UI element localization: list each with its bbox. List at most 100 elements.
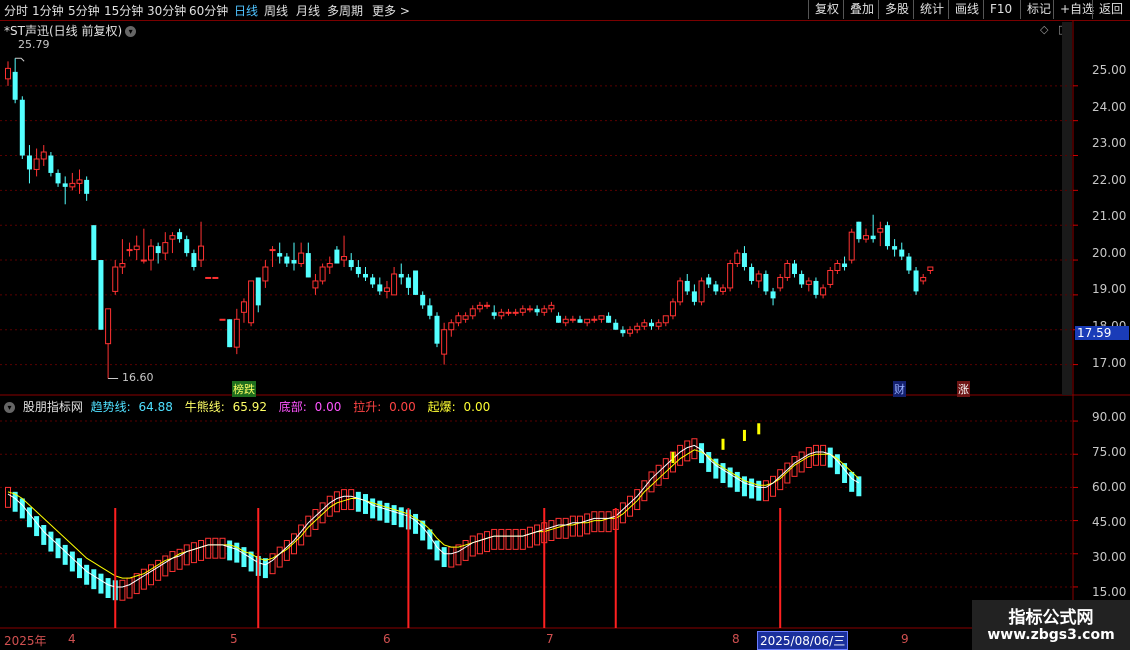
indicator-bar-up <box>205 537 212 559</box>
candle-body-up <box>40 151 47 160</box>
indicator-bar-down <box>91 569 97 590</box>
candle-body-down <box>792 263 797 274</box>
candle-body-up <box>526 308 533 311</box>
candle-body-down <box>706 277 712 285</box>
candle-body-down <box>713 284 719 292</box>
indicator-bar-up <box>484 531 491 553</box>
indicator-bar-up <box>219 537 226 559</box>
candle-body-down <box>398 273 404 278</box>
price-tick: 24.00 <box>1092 100 1127 114</box>
high-annotation: 25.79 <box>18 38 50 51</box>
candle-body-up <box>448 322 455 331</box>
indicator-bar-down <box>34 516 40 537</box>
indicator-bar-up <box>648 471 655 493</box>
candle-body-up <box>205 276 212 279</box>
indicator-bar-up <box>126 577 133 599</box>
candle-body-up <box>641 322 648 327</box>
candle-body-up <box>784 263 791 278</box>
bottom-label: 底部: 0.00 <box>279 400 346 414</box>
indicator-bar-down <box>370 498 376 519</box>
indicator-bar-up <box>605 511 612 533</box>
candle-body-up <box>734 252 741 265</box>
candle-body-up <box>677 280 684 303</box>
candle-body-down <box>892 246 898 250</box>
indicator-bar-up <box>555 517 562 539</box>
indicator-bar-up <box>820 444 827 466</box>
indicator-bar-up <box>691 438 698 460</box>
candle-body-down <box>434 315 440 344</box>
trend-value: 64.88 <box>138 400 173 414</box>
indicator-bar-down <box>749 478 755 499</box>
indicator-bar-down <box>420 520 426 541</box>
candle-body-up <box>133 245 140 251</box>
candle-body-up <box>848 231 855 261</box>
indicator-bar-up <box>512 528 519 550</box>
candle-body-up <box>148 245 154 261</box>
current-price-tag: 17.59 <box>1075 326 1129 340</box>
candle-body-up <box>548 304 555 310</box>
candle-body-up <box>162 242 169 254</box>
pull-value: 0.00 <box>389 400 416 414</box>
list-drop-event[interactable]: 榜跌 <box>232 381 256 397</box>
indicator-bar-up <box>677 444 684 466</box>
indicator-bar-up <box>762 480 769 502</box>
price-tick: 17.00 <box>1092 356 1127 370</box>
candle-body-up <box>562 318 569 324</box>
candle-body-up <box>498 311 505 317</box>
selected-date-label: 2025/08/06/三 <box>757 631 849 650</box>
price-tick: 21.00 <box>1092 209 1127 223</box>
candle-body-down <box>691 291 697 302</box>
candle-body-up <box>662 315 669 324</box>
financial-event[interactable]: 财 <box>893 381 906 397</box>
up-event[interactable]: 涨 <box>957 381 970 397</box>
chevron-down-icon[interactable]: ▾ <box>4 402 15 413</box>
candle-body-up <box>512 311 519 314</box>
burst-label-text: 起爆: <box>427 400 456 414</box>
candle-body-down <box>577 319 583 323</box>
candle-body-up <box>484 304 491 307</box>
x-label-month: 8 <box>732 632 740 646</box>
candle-body-down <box>227 319 233 348</box>
x-label-month: 7 <box>546 632 554 646</box>
candle-body-down <box>606 315 612 323</box>
indicator-bar-up <box>448 546 455 568</box>
candle-body-up <box>827 269 834 285</box>
candle-body-up <box>834 263 841 271</box>
candle-body-down <box>155 246 161 254</box>
candle-body-up <box>140 259 147 262</box>
candle-body-up <box>298 252 305 265</box>
indicator-bar-up <box>183 544 190 566</box>
indicator-bar-down <box>41 525 47 545</box>
price-chart[interactable] <box>0 0 1130 650</box>
candle-body-down <box>420 294 426 306</box>
candle-body-down <box>870 235 876 240</box>
bull-value: 65.92 <box>232 400 267 414</box>
candle-body-down <box>98 260 104 330</box>
candle-body-up <box>33 158 40 170</box>
candle-body-down <box>305 253 311 278</box>
x-label-month: 4 <box>68 632 76 646</box>
indicator-bar-up <box>584 513 591 535</box>
low-annotation: 16.60 <box>122 371 154 384</box>
x-label-month: 6 <box>383 632 391 646</box>
candle-body-up <box>319 266 326 282</box>
candle-body-up <box>341 256 348 261</box>
indicator-bar-down <box>849 471 855 492</box>
indicator-bar-down <box>69 551 75 572</box>
candle-body-up <box>248 280 255 324</box>
candle-body-up <box>383 287 390 292</box>
candle-body-down <box>899 249 905 257</box>
indicator-bar-up <box>298 524 305 546</box>
candle-body-down <box>363 273 368 278</box>
indicator-bar-down <box>434 540 440 561</box>
candle-body-up <box>591 318 598 321</box>
pull-label: 拉升: 0.00 <box>353 400 420 414</box>
candle-body-down <box>277 253 283 257</box>
candle-body-up <box>863 235 869 240</box>
indicator-bar-up <box>634 489 641 511</box>
candle-body-down <box>799 273 805 285</box>
indicator-bar-up <box>534 524 541 546</box>
candle-body-down <box>177 232 183 240</box>
high-arrow <box>15 57 25 62</box>
candle-body-down <box>813 280 819 295</box>
